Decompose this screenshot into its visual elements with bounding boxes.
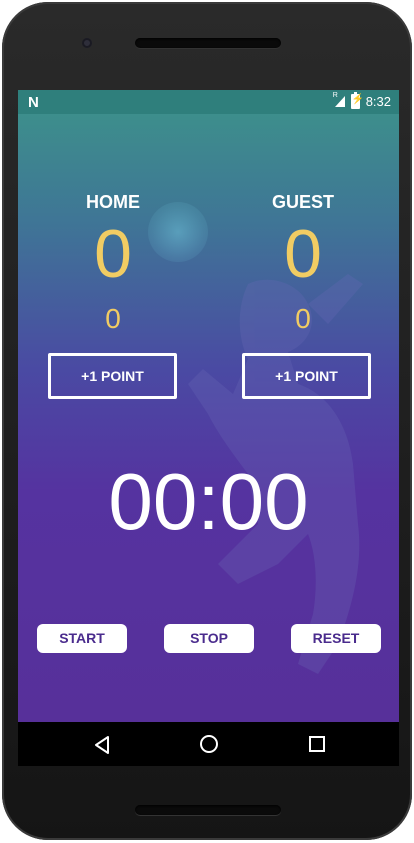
start-button[interactable]: START	[37, 624, 127, 653]
screen: N R ⚡ 8:32 HOME 0 0 GUEST 0 0 +1 POINT +…	[18, 90, 399, 766]
home-sub-score: 0	[105, 303, 121, 334]
roaming-label: R	[332, 92, 338, 99]
status-time: 8:32	[365, 94, 391, 109]
guest-add-point-button[interactable]: +1 POINT	[242, 353, 371, 399]
charging-bolt-icon: ⚡	[351, 94, 365, 105]
home-score: 0	[94, 216, 132, 292]
phone-frame: N R ⚡ 8:32 HOME 0 0 GUEST 0 0 +1 POINT +…	[2, 2, 412, 840]
battery-charging-icon: ⚡	[350, 92, 364, 109]
home-icon[interactable]	[200, 735, 218, 753]
scoreboard-app: HOME 0 0 GUEST 0 0 +1 POINT +1 POINT 00:…	[18, 114, 399, 722]
guest-sub-score: 0	[295, 303, 311, 334]
signal-icon: R	[333, 92, 345, 107]
guest-team-label: GUEST	[271, 192, 334, 212]
status-icons: R ⚡ 8:32	[333, 92, 391, 109]
back-icon[interactable]	[94, 736, 110, 754]
timer-display: 00:00	[108, 457, 309, 546]
bottom-speaker	[135, 805, 281, 815]
notification-n-icon: N	[28, 94, 39, 111]
reset-button[interactable]: RESET	[291, 624, 381, 653]
recents-icon[interactable]	[309, 736, 325, 752]
front-camera	[82, 38, 92, 48]
navigation-bar	[18, 722, 399, 766]
stop-button[interactable]: STOP	[164, 624, 254, 653]
status-bar: N R ⚡ 8:32	[18, 90, 399, 114]
home-team-label: HOME	[86, 192, 140, 212]
guest-score: 0	[284, 216, 322, 292]
home-add-point-button[interactable]: +1 POINT	[48, 353, 177, 399]
earpiece-speaker	[135, 38, 281, 48]
